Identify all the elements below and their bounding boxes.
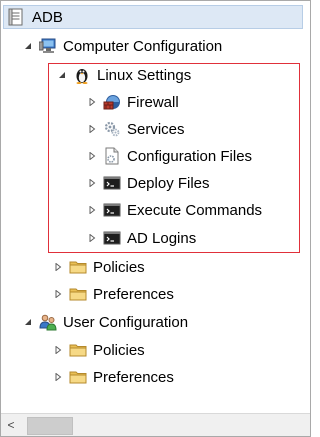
tree-item-label: Services — [127, 120, 185, 138]
firewall-icon — [103, 93, 121, 111]
tree-item-firewall[interactable]: Firewall — [87, 90, 179, 114]
folder-icon — [69, 368, 87, 386]
tree-item-services[interactable]: Services — [87, 117, 185, 141]
expanded-arrow-icon[interactable] — [23, 317, 33, 327]
tree-item-label: AD Logins — [127, 229, 197, 247]
tree-item-configuration-files[interactable]: Configuration Files — [87, 144, 252, 168]
tree-item-linux-settings[interactable]: Linux Settings — [57, 63, 191, 87]
tree-item-label: Execute Commands — [127, 201, 263, 219]
expanded-arrow-icon[interactable] — [57, 70, 67, 80]
tree-item-user-configuration[interactable]: User Configuration — [23, 310, 188, 334]
tree-item-deploy-files[interactable]: Deploy Files — [87, 171, 210, 195]
tree-item-label: Configuration Files — [127, 147, 253, 165]
scroll-left-button[interactable]: < — [1, 414, 21, 436]
terminal-icon — [103, 229, 121, 247]
horizontal-scrollbar[interactable]: < — [1, 413, 310, 436]
tree-item-user-preferences[interactable]: Preferences — [53, 365, 174, 389]
tree-item-label: Deploy Files — [127, 174, 210, 192]
collapsed-arrow-icon[interactable] — [87, 124, 97, 134]
collapsed-arrow-icon[interactable] — [87, 205, 97, 215]
tree-item-computer-policies[interactable]: Policies — [53, 255, 145, 279]
collapsed-arrow-icon[interactable] — [87, 233, 97, 243]
policy-document-icon — [8, 8, 26, 26]
expanded-arrow-icon[interactable] — [23, 41, 33, 51]
tree-item-label: Linux Settings — [97, 66, 192, 84]
collapsed-arrow-icon[interactable] — [53, 372, 63, 382]
terminal-icon — [103, 174, 121, 192]
collapsed-arrow-icon[interactable] — [53, 262, 63, 272]
linux-tux-icon — [73, 66, 91, 84]
tree-item-label: Preferences — [93, 285, 174, 303]
computer-icon — [38, 37, 57, 55]
collapsed-arrow-icon[interactable] — [53, 345, 63, 355]
tree-item-label: Preferences — [93, 368, 174, 386]
config-file-icon — [103, 147, 121, 165]
tree-item-label: Computer Configuration — [63, 37, 223, 55]
tree-item-label: Policies — [93, 341, 145, 359]
collapsed-arrow-icon[interactable] — [53, 289, 63, 299]
terminal-icon — [103, 201, 121, 219]
folder-icon — [69, 285, 87, 303]
tree-item-label: Policies — [93, 258, 145, 276]
collapsed-arrow-icon[interactable] — [87, 178, 97, 188]
tree-pane: ADB Computer Configuration Linux Setting… — [0, 0, 311, 437]
scrollbar-thumb[interactable] — [27, 417, 73, 435]
tree-item-adb[interactable]: ADB — [3, 5, 303, 29]
tree-item-execute-commands[interactable]: Execute Commands — [87, 198, 262, 222]
folder-icon — [69, 341, 87, 359]
tree-item-user-policies[interactable]: Policies — [53, 338, 145, 362]
collapsed-arrow-icon[interactable] — [87, 97, 97, 107]
tree-item-label: Firewall — [127, 93, 179, 111]
gears-icon — [103, 120, 121, 138]
users-icon — [39, 313, 57, 331]
tree-item-label: User Configuration — [63, 313, 189, 331]
tree-item-label: ADB — [32, 8, 63, 26]
collapsed-arrow-icon[interactable] — [87, 151, 97, 161]
tree-item-ad-logins[interactable]: AD Logins — [87, 226, 196, 250]
tree-item-computer-configuration[interactable]: Computer Configuration — [23, 34, 222, 58]
folder-icon — [69, 258, 87, 276]
tree-item-computer-preferences[interactable]: Preferences — [53, 282, 174, 306]
